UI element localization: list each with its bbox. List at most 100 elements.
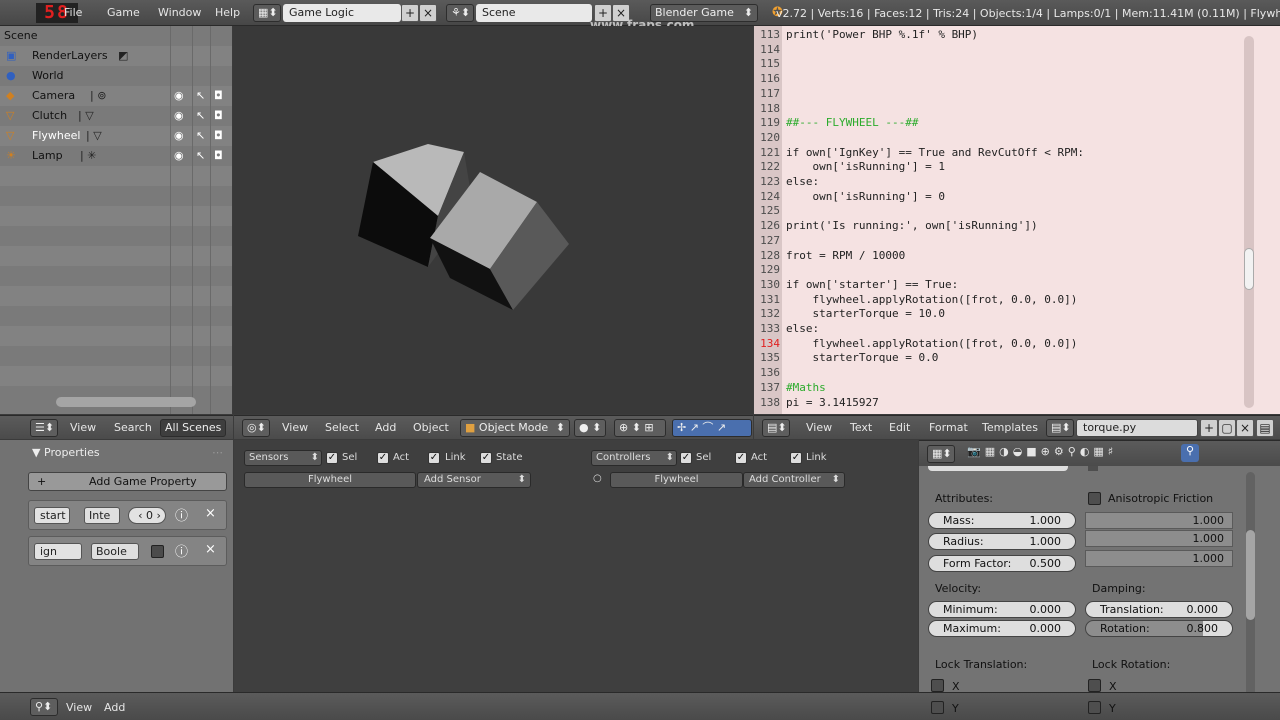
code-line[interactable]: own['isRunning'] = 1 <box>786 160 944 173</box>
screen-layout-field[interactable]: Game Logic <box>283 4 401 22</box>
form-factor-field[interactable]: Form Factor: 0.500 <box>928 555 1076 572</box>
menu-window[interactable]: Window <box>158 6 201 19</box>
open-text-icon[interactable]: ▢ <box>1218 419 1236 437</box>
code-line[interactable]: starterTorque = 0.0 <box>786 351 938 364</box>
cursor-icon[interactable]: ↖ <box>196 126 205 145</box>
outliner-scrollbar[interactable] <box>56 397 196 407</box>
viewport-add-menu[interactable]: Add <box>375 421 396 434</box>
screen-layout-icon[interactable]: ▦⬍ <box>253 4 281 22</box>
text-text-menu[interactable]: Text <box>850 421 872 434</box>
mode-dropdown[interactable]: ■ Object Mode ⬍ <box>460 419 570 437</box>
viewport-object-menu[interactable]: Object <box>413 421 449 434</box>
cursor-icon[interactable]: ↖ <box>196 86 205 105</box>
viewport-select-menu[interactable]: Select <box>325 421 359 434</box>
add-controller-dropdown[interactable]: Add Controller ⬍ <box>743 472 845 488</box>
pivot-dropdown[interactable]: ⊕ ⬍ ⊞ <box>614 419 666 437</box>
controller-link-dot-icon[interactable]: ○ <box>593 473 602 484</box>
scene-selector-icon[interactable]: ⚘⬍ <box>446 4 474 22</box>
no-sleeping-toggle[interactable] <box>1088 466 1098 471</box>
text-format-menu[interactable]: Format <box>929 421 968 434</box>
editor-scrollbar-thumb[interactable] <box>1244 248 1254 290</box>
outliner-item-camera[interactable]: ◆ Camera | ⊚ ◉ ↖ ◘ <box>0 86 232 106</box>
aniso-z-field[interactable]: 1.000 <box>1085 550 1233 567</box>
text-browse-icon[interactable]: ▤⬍ <box>1046 419 1074 437</box>
render-toggle-icon[interactable]: ◘ <box>214 146 223 165</box>
delete-property-icon[interactable]: × <box>205 542 216 557</box>
lock-rotation-y-checkbox[interactable] <box>1088 701 1101 714</box>
shading-dropdown[interactable]: ● ⬍ <box>574 419 606 437</box>
debug-info-icon[interactable]: ⓘ <box>175 541 188 560</box>
outliner-filter-dropdown[interactable]: All Scenes <box>160 419 226 437</box>
outliner-item-lamp[interactable]: ☀ Lamp | ✳ ◉ ↖ ◘ <box>0 146 232 166</box>
cursor-icon[interactable]: ↖ <box>196 106 205 125</box>
eye-icon[interactable]: ◉ <box>174 126 184 145</box>
menu-help[interactable]: Help <box>215 6 240 19</box>
code-line[interactable]: else: <box>786 322 819 335</box>
code-line[interactable]: print('Power BHP %.1f' % BHP) <box>786 28 978 41</box>
physics-tab-icon[interactable]: ⚲ <box>1181 444 1199 462</box>
properties-collapse-icon[interactable]: ▼ <box>32 446 40 459</box>
cursor-icon[interactable]: ↖ <box>196 146 205 165</box>
outliner-view-menu[interactable]: View <box>70 421 96 434</box>
property-name-field[interactable]: start <box>34 507 70 524</box>
code-line[interactable]: ##--- FLYWHEEL ---## <box>786 116 918 129</box>
outliner-search-menu[interactable]: Search <box>114 421 152 434</box>
outliner-editor-type-icon[interactable]: ☰⬍ <box>30 419 58 437</box>
code-line[interactable]: pi = 3.1415927 <box>786 396 879 409</box>
code-line[interactable]: #Maths <box>786 381 826 394</box>
3d-viewport[interactable] <box>233 26 753 414</box>
damping-translation-field[interactable]: Translation: 0.000 <box>1085 601 1233 618</box>
viewport-editor-type-icon[interactable]: ◎⬍ <box>242 419 270 437</box>
properties-editor-type-icon[interactable]: ▦⬍ <box>927 445 955 463</box>
sensors-state-checkbox[interactable]: ✓ <box>480 452 492 464</box>
property-name-field[interactable]: ign <box>34 543 82 560</box>
text-filename-field[interactable]: torque.py <box>1076 419 1198 437</box>
add-sensor-dropdown[interactable]: Add Sensor ⬍ <box>417 472 531 488</box>
outliner-item-flywheel[interactable]: ▽ Flywheel | ▽ ◉ ↖ ◘ <box>0 126 232 146</box>
viewport-view-menu[interactable]: View <box>282 421 308 434</box>
sensors-link-checkbox[interactable]: ✓ <box>428 452 440 464</box>
sensors-dropdown[interactable]: Sensors ⬍ <box>244 450 322 466</box>
delete-property-icon[interactable]: × <box>205 506 216 521</box>
line-numbers-toggle-icon[interactable]: ▤ <box>1256 419 1274 437</box>
eye-icon[interactable]: ◉ <box>174 146 184 165</box>
close-text-icon[interactable]: × <box>1236 419 1254 437</box>
code-line[interactable]: flywheel.applyRotation([frot, 0.0, 0.0]) <box>786 337 1077 350</box>
properties-context-tabs[interactable]: 📷▦◑◒■⊕⚙⚲◐▦♯ <box>967 445 1117 458</box>
velocity-min-field[interactable]: Minimum: 0.000 <box>928 601 1076 618</box>
lock-rotation-x-checkbox[interactable] <box>1088 679 1101 692</box>
outliner-item-world[interactable]: ● World <box>0 66 232 86</box>
property-value-field[interactable]: ‹ 0 › <box>128 507 166 524</box>
code-line[interactable]: own['isRunning'] = 0 <box>786 190 944 203</box>
aniso-x-field[interactable]: 1.000 <box>1085 512 1233 529</box>
menu-file[interactable]: File <box>64 6 82 19</box>
physics-scrollbar-thumb[interactable] <box>1246 530 1255 620</box>
code-line[interactable]: print('Is running:', own['isRunning']) <box>786 219 1038 232</box>
outliner-item-renderlayers[interactable]: ▣ RenderLayers ◩ <box>0 46 232 66</box>
property-type-dropdown[interactable]: Inte <box>84 507 120 524</box>
outliner-item-clutch[interactable]: ▽ Clutch | ▽ ◉ ↖ ◘ <box>0 106 232 126</box>
debug-info-icon[interactable]: ⓘ <box>175 505 188 524</box>
radius-field[interactable]: Radius: 1.000 <box>928 533 1076 550</box>
mass-field[interactable]: Mass: 1.000 <box>928 512 1076 529</box>
sensors-act-checkbox[interactable]: ✓ <box>377 452 389 464</box>
invisible-toggle[interactable] <box>928 466 1068 471</box>
property-type-dropdown[interactable]: Boole <box>91 543 139 560</box>
code-line[interactable]: if own['IgnKey'] == True and RevCutOff <… <box>786 146 1084 159</box>
controllers-dropdown[interactable]: Controllers ⬍ <box>591 450 677 466</box>
text-edit-menu[interactable]: Edit <box>889 421 910 434</box>
controllers-act-checkbox[interactable]: ✓ <box>735 452 747 464</box>
controllers-sel-checkbox[interactable]: ✓ <box>680 452 692 464</box>
render-toggle-icon[interactable]: ◘ <box>214 126 223 145</box>
transform-manipulators[interactable]: ✢ ↗ ⌒ ↗ <box>672 419 752 437</box>
text-editor-type-icon[interactable]: ▤⬍ <box>762 419 790 437</box>
outliner-item-scene[interactable]: Scene <box>0 26 232 46</box>
render-toggle-icon[interactable]: ◘ <box>214 86 223 105</box>
add-layout-icon[interactable]: + <box>401 4 419 22</box>
render-toggle-icon[interactable]: ◘ <box>214 106 223 125</box>
code-line[interactable]: else: <box>786 175 819 188</box>
bottom-add-menu[interactable]: Add <box>104 701 125 714</box>
scene-field[interactable]: Scene <box>476 4 592 22</box>
code-line[interactable]: starterTorque = 10.0 <box>786 307 944 320</box>
code-line[interactable]: flywheel.applyRotation([frot, 0.0, 0.0]) <box>786 293 1077 306</box>
